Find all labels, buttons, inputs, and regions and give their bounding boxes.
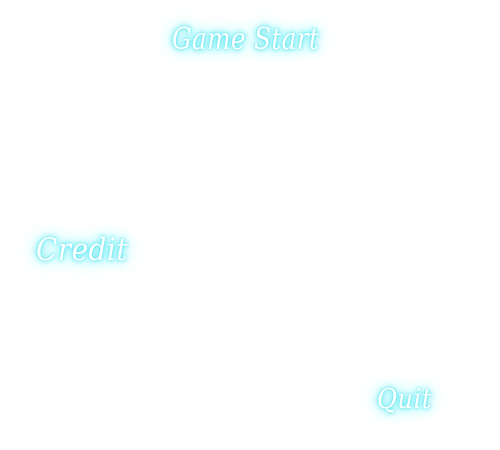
- main-menu-screen: Game Start Credit Quit: [0, 0, 500, 450]
- game-start-button[interactable]: Game Start: [172, 22, 319, 57]
- quit-button[interactable]: Quit: [377, 384, 432, 415]
- credit-button[interactable]: Credit: [36, 232, 128, 268]
